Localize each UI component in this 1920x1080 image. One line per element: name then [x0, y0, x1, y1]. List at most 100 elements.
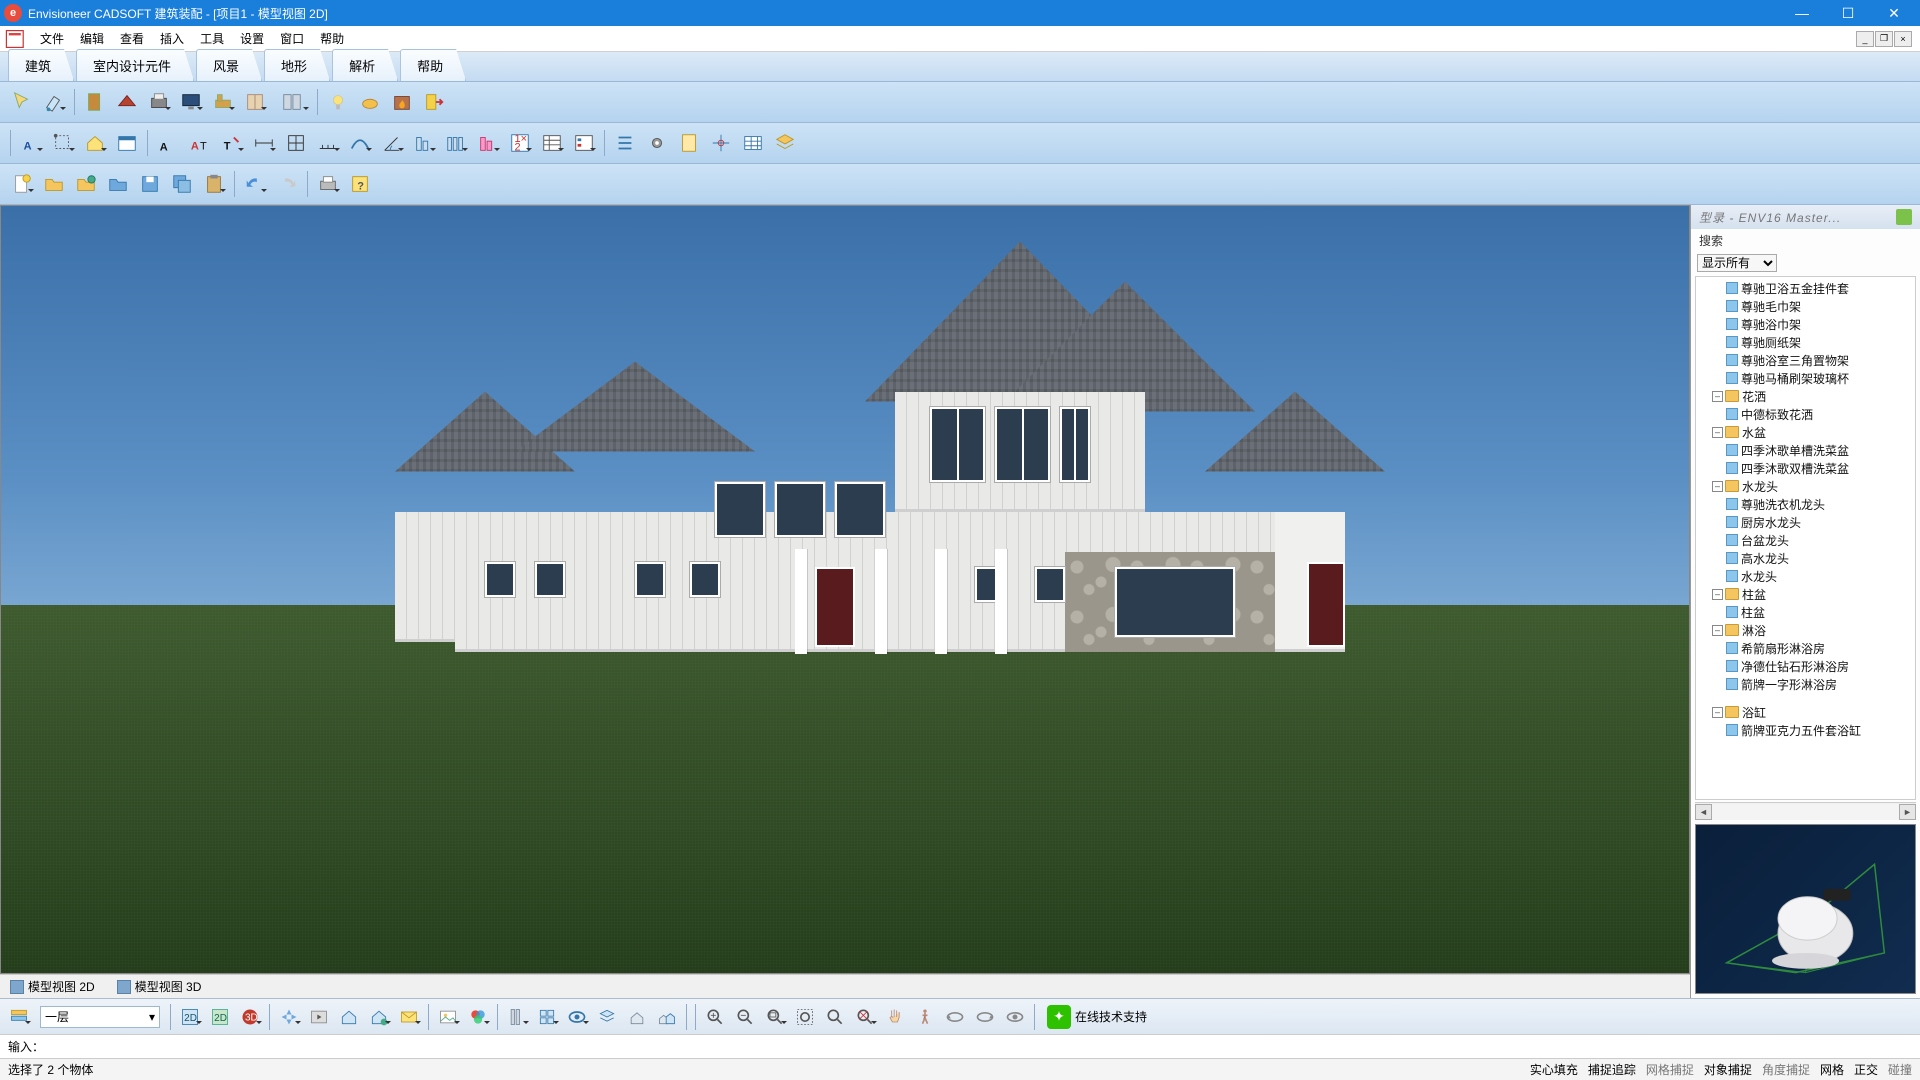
layers-tool[interactable]: [770, 128, 800, 158]
tree-item[interactable]: 柱盆: [1696, 603, 1915, 621]
mdi-minimize-button[interactable]: _: [1856, 31, 1874, 47]
tree-item[interactable]: 厨房水龙头: [1696, 513, 1915, 531]
minimize-button[interactable]: —: [1780, 1, 1824, 25]
status-toggle[interactable]: 网格捕捉: [1646, 1061, 1694, 1078]
clipboard-button[interactable]: [199, 169, 229, 199]
tree-folder[interactable]: –淋浴: [1696, 621, 1915, 639]
text-format-tool[interactable]: T: [217, 128, 247, 158]
furniture-tool[interactable]: [208, 87, 238, 117]
catalog-tree[interactable]: 尊驰卫浴五金挂件套尊驰毛巾架尊驰浴巾架尊驰厕纸架尊驰浴室三角置物架尊驰马桶刷架玻…: [1695, 276, 1916, 800]
zoom-window-button[interactable]: [761, 1003, 789, 1031]
zoom-out-button[interactable]: [731, 1003, 759, 1031]
collapse-icon[interactable]: –: [1712, 481, 1723, 492]
tab-terrain[interactable]: 地形: [264, 49, 330, 81]
floor-selector[interactable]: 一层▾: [40, 1006, 160, 1028]
tree-hscrollbar[interactable]: ◄ ►: [1695, 802, 1916, 820]
fireplace-tool[interactable]: [387, 87, 417, 117]
tree-folder[interactable]: –水盆: [1696, 423, 1915, 441]
home-view-button[interactable]: [335, 1003, 363, 1031]
command-input-row[interactable]: 输入：: [0, 1034, 1920, 1058]
curve-tool[interactable]: [345, 128, 375, 158]
tree-item[interactable]: 四季沐歌双槽洗菜盆: [1696, 459, 1915, 477]
online-support[interactable]: ✦ 在线技术支持: [1047, 1005, 1147, 1029]
gear-tool[interactable]: [642, 128, 672, 158]
layers-bottom-button[interactable]: [593, 1003, 621, 1031]
monitor-tool[interactable]: [176, 87, 206, 117]
app-menu-icon[interactable]: [4, 29, 28, 49]
collapse-icon[interactable]: –: [1712, 391, 1723, 402]
measure-h-tool[interactable]: [249, 128, 279, 158]
tree-item[interactable]: 尊驰浴巾架: [1696, 315, 1915, 333]
tree-item[interactable]: 尊驰毛巾架: [1696, 297, 1915, 315]
orbit-center-button[interactable]: [1001, 1003, 1029, 1031]
paint-tool[interactable]: [39, 87, 69, 117]
tree-item[interactable]: 台盆龙头: [1696, 531, 1915, 549]
house-group-button[interactable]: [653, 1003, 681, 1031]
open-shared-button[interactable]: [71, 169, 101, 199]
collapse-icon[interactable]: –: [1712, 707, 1723, 718]
tab-analyze[interactable]: 解析: [332, 49, 398, 81]
tree-item[interactable]: 尊驰卫浴五金挂件套: [1696, 279, 1915, 297]
menu-window[interactable]: 窗口: [272, 27, 312, 50]
view-2d-button[interactable]: 2D: [176, 1003, 204, 1031]
visibility-button[interactable]: [563, 1003, 591, 1031]
measure-linear-tool[interactable]: [313, 128, 343, 158]
view-3d-button[interactable]: 3D: [236, 1003, 264, 1031]
tree-item[interactable]: 高水龙头: [1696, 549, 1915, 567]
table-tool[interactable]: [738, 128, 768, 158]
text-style-tool[interactable]: AT: [185, 128, 215, 158]
schedule-tool[interactable]: [537, 128, 567, 158]
zoom-all-button[interactable]: [851, 1003, 879, 1031]
menu-view[interactable]: 查看: [112, 27, 152, 50]
status-toggle[interactable]: 碰撞: [1888, 1061, 1912, 1078]
close-button[interactable]: ✕: [1872, 1, 1916, 25]
legend-tool[interactable]: [569, 128, 599, 158]
tab-architecture[interactable]: 建筑: [8, 49, 74, 81]
select-tool[interactable]: [7, 87, 37, 117]
collapse-icon[interactable]: –: [1712, 589, 1723, 600]
tree-item[interactable]: 箭牌亚克力五件套浴缸: [1696, 721, 1915, 739]
collapse-icon[interactable]: –: [1712, 625, 1723, 636]
scroll-right-icon[interactable]: ►: [1899, 804, 1916, 820]
pan-button[interactable]: [881, 1003, 909, 1031]
status-toggle[interactable]: 捕捉追踪: [1588, 1061, 1636, 1078]
list-tool[interactable]: [610, 128, 640, 158]
status-toggle[interactable]: 正交: [1854, 1061, 1878, 1078]
angle-tool[interactable]: [377, 128, 407, 158]
menu-insert[interactable]: 插入: [152, 27, 192, 50]
exit-tool[interactable]: [419, 87, 449, 117]
view-g2d-button[interactable]: 2D: [206, 1003, 234, 1031]
status-toggle[interactable]: 实心填充: [1530, 1061, 1578, 1078]
status-toggle[interactable]: 网格: [1820, 1061, 1844, 1078]
orbit-right-button[interactable]: [971, 1003, 999, 1031]
zoom-in-button[interactable]: [701, 1003, 729, 1031]
floor-manager-button[interactable]: [5, 1003, 33, 1031]
save-all-button[interactable]: [167, 169, 197, 199]
walk-button[interactable]: [911, 1003, 939, 1031]
tree-folder[interactable]: –浴缸: [1696, 703, 1915, 721]
menu-help[interactable]: 帮助: [312, 27, 352, 50]
tree-item[interactable]: 四季沐歌单槽洗菜盆: [1696, 441, 1915, 459]
menu-tools[interactable]: 工具: [192, 27, 232, 50]
tree-item[interactable]: 尊驰洗衣机龙头: [1696, 495, 1915, 513]
appliance-tool[interactable]: [272, 87, 312, 117]
mdi-close-button[interactable]: ×: [1894, 31, 1912, 47]
help-button[interactable]: ?: [345, 169, 375, 199]
open-file-button[interactable]: [39, 169, 69, 199]
text-large-tool[interactable]: A: [153, 128, 183, 158]
tree-item[interactable]: 水龙头: [1696, 567, 1915, 585]
crosshair-tool[interactable]: [706, 128, 736, 158]
calendar-tool[interactable]: [112, 128, 142, 158]
elevation2-tool[interactable]: [441, 128, 471, 158]
undo-button[interactable]: [240, 169, 270, 199]
menu-file[interactable]: 文件: [32, 27, 72, 50]
collapse-icon[interactable]: –: [1712, 427, 1723, 438]
dimension-tool[interactable]: [48, 128, 78, 158]
tree-item[interactable]: 尊驰马桶刷架玻璃杯: [1696, 369, 1915, 387]
navigate-button[interactable]: [275, 1003, 303, 1031]
tree-folder[interactable]: –水龙头: [1696, 477, 1915, 495]
tree-item[interactable]: 箭牌一字形淋浴房: [1696, 675, 1915, 693]
3d-viewport[interactable]: [0, 205, 1690, 974]
menu-edit[interactable]: 编辑: [72, 27, 112, 50]
cabinet-tool[interactable]: [240, 87, 270, 117]
